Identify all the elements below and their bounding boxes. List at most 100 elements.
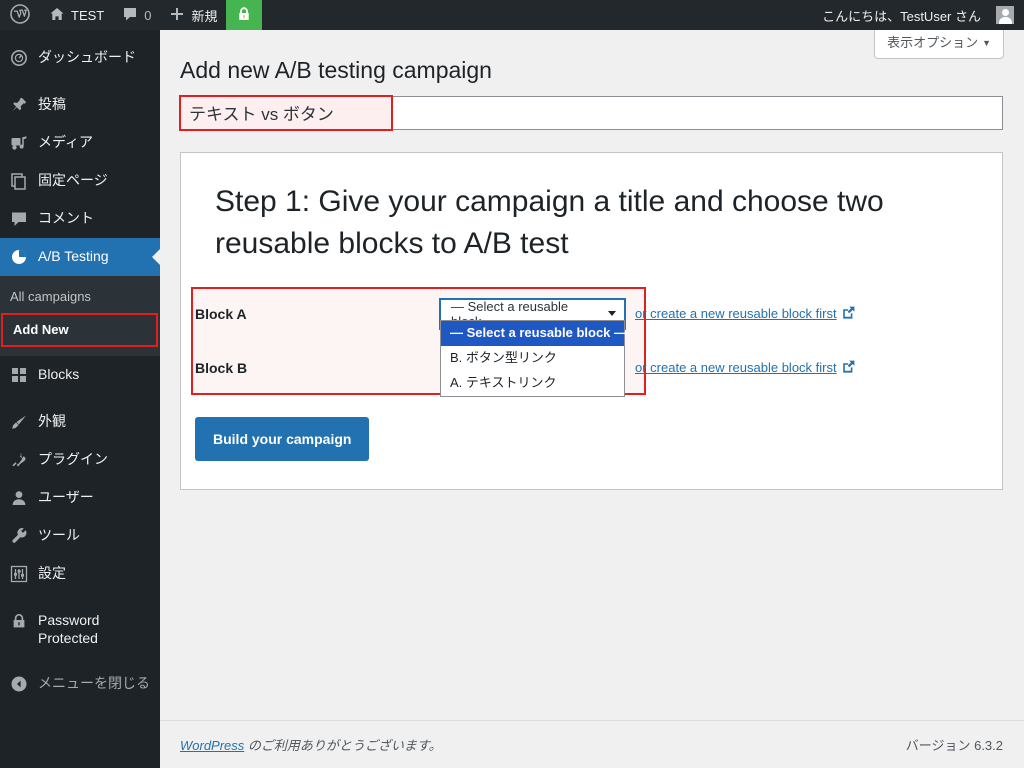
sidebar-item-label: Password Protected [38, 612, 100, 646]
chevron-down-icon [608, 311, 616, 317]
blocks-grid-icon [9, 365, 29, 385]
sliders-icon [9, 564, 29, 584]
external-link-icon [842, 360, 855, 376]
chevron-down-icon: ▼ [982, 38, 991, 48]
sidebar-item-label: メニューを閉じる [38, 675, 150, 691]
sidebar-item-settings[interactable]: 設定 [0, 555, 160, 593]
footer-version: バージョン 6.3.2 [905, 738, 1003, 753]
sidebar-item-label: 固定ページ [38, 172, 108, 188]
menu-separator [0, 593, 160, 602]
admin-footer: WordPress のご利用ありがとうございます。 バージョン 6.3.2 [160, 720, 1024, 768]
block-b-label: Block B [195, 359, 248, 376]
adminbar-password-protected[interactable] [226, 0, 263, 30]
media-icon [9, 133, 29, 153]
block-a-label: Block A [195, 305, 247, 322]
adminbar-site-name[interactable]: TEST [40, 0, 113, 30]
dropdown-option[interactable]: B. ボタン型リンク [441, 346, 624, 371]
external-link-icon [842, 306, 855, 322]
padlock-icon [235, 5, 253, 26]
step-heading: Step 1: Give your campaign a title and c… [215, 184, 884, 260]
adminbar-wp-logo[interactable] [0, 0, 40, 30]
dashboard-icon [9, 48, 29, 68]
sidebar-item-password-protected[interactable]: Password Protected [0, 602, 160, 656]
wrench-icon [9, 526, 29, 546]
sidebar-item-label: ユーザー [38, 489, 94, 505]
sidebar-item-label: 投稿 [38, 96, 66, 112]
adminbar-howdy: こんにちは、TestUser さん [822, 8, 981, 24]
pin-icon [9, 95, 29, 115]
adminbar-comments[interactable]: 0 [113, 0, 160, 30]
adminbar-new-label: 新規 [191, 8, 218, 24]
block-a-create-link[interactable]: or create a new reusable block first [635, 306, 855, 322]
sidebar-item-blocks[interactable]: Blocks [0, 356, 160, 394]
home-icon [49, 6, 65, 25]
screen-meta-links: 表示オプション ▼ [874, 30, 1004, 59]
plus-icon [169, 6, 185, 25]
sidebar-item-collapse-menu[interactable]: メニューを閉じる [0, 665, 160, 703]
sidebar-subitem-label: All campaigns [10, 289, 91, 304]
user-icon [9, 488, 29, 508]
plugin-plug-icon [9, 450, 29, 470]
sidebar-subitem-label: Add New [13, 322, 69, 337]
sidebar-item-label: Blocks [38, 366, 80, 382]
sidebar-item-appearance[interactable]: 外観 [0, 403, 160, 441]
comment-icon [9, 209, 29, 229]
sidebar-item-users[interactable]: ユーザー [0, 479, 160, 517]
sidebar-subitem-add-new[interactable]: Add New [1, 313, 158, 347]
blocks-selection-area: Block A — Select a reusable block — or c… [181, 286, 1002, 397]
chart-pie-icon [9, 247, 29, 267]
footer-thanks: WordPress のご利用ありがとうございます。 [180, 735, 442, 754]
lock-icon [9, 611, 29, 631]
sidebar-item-label: コメント [38, 210, 94, 226]
block-a-create-link-label: or create a new reusable block first [635, 306, 837, 322]
campaign-title-input[interactable] [180, 95, 1003, 130]
sidebar-item-label: 設定 [38, 565, 66, 581]
sidebar-item-label: メディア [38, 134, 94, 150]
step-one-panel: Step 1: Give your campaign a title and c… [180, 151, 1003, 490]
dropdown-option[interactable]: A. テキストリンク [441, 371, 624, 396]
footer-thanks-text: のご利用ありがとうございます。 [244, 738, 442, 753]
block-a-dropdown-list[interactable]: — Select a reusable block — B. ボタン型リンク A… [440, 319, 627, 397]
user-avatar-icon [996, 6, 1014, 24]
wordpress-link[interactable]: WordPress [180, 738, 244, 753]
block-b-create-link[interactable]: or create a new reusable block first [635, 360, 855, 376]
sidebar-item-ab-testing[interactable]: A/B Testing [0, 238, 160, 276]
appearance-brush-icon [9, 412, 29, 432]
sidebar-item-posts[interactable]: 投稿 [0, 86, 160, 124]
admin-sidebar-menu: ダッシュボード 投稿 メディア 固定ページ コメント A/B Testing A… [0, 30, 160, 768]
sidebar-subitem-all-campaigns[interactable]: All campaigns [0, 282, 160, 312]
sidebar-item-plugins[interactable]: プラグイン [0, 441, 160, 479]
comment-bubble-icon [122, 6, 138, 25]
adminbar-comment-count: 0 [144, 7, 152, 23]
sidebar-item-tools[interactable]: ツール [0, 517, 160, 555]
adminbar-spacer [262, 0, 822, 30]
collapse-arrow-icon [9, 674, 29, 694]
screen-options-toggle[interactable]: 表示オプション ▼ [874, 30, 1004, 59]
sidebar-item-media[interactable]: メディア [0, 124, 160, 162]
wordpress-logo-icon [10, 3, 30, 27]
sidebar-submenu-ab-testing: All campaigns Add New [0, 276, 160, 356]
sidebar-item-label: A/B Testing [38, 248, 109, 264]
adminbar-new-content[interactable]: 新規 [160, 0, 226, 30]
build-campaign-button[interactable]: Build your campaign [195, 416, 370, 461]
admin-bar: TEST 0 新規 こんにちは、TestUser さん [0, 0, 1024, 30]
sidebar-item-label: ダッシュボード [38, 49, 136, 65]
sidebar-item-dashboard[interactable]: ダッシュボード [0, 39, 160, 77]
sidebar-item-label: ツール [38, 527, 80, 543]
adminbar-site-label: TEST [71, 7, 105, 23]
sidebar-item-label: 外観 [38, 413, 66, 429]
sidebar-item-pages[interactable]: 固定ページ [0, 162, 160, 200]
menu-separator [0, 394, 160, 403]
block-b-create-link-label: or create a new reusable block first [635, 360, 837, 376]
dropdown-option[interactable]: — Select a reusable block — [441, 320, 627, 346]
sidebar-item-comments[interactable]: コメント [0, 200, 160, 238]
screen-options-label: 表示オプション [887, 35, 979, 50]
menu-separator [0, 656, 160, 665]
sidebar-item-label: プラグイン [38, 451, 108, 467]
adminbar-my-account[interactable]: こんにちは、TestUser さん [822, 0, 1024, 30]
campaign-title-wrap: テキスト vs ボタン [179, 94, 1003, 131]
content-area: 表示オプション ▼ Add new A/B testing campaign テキ… [160, 30, 1024, 768]
menu-separator [0, 30, 160, 39]
pages-icon [9, 171, 29, 191]
menu-separator [0, 77, 160, 86]
